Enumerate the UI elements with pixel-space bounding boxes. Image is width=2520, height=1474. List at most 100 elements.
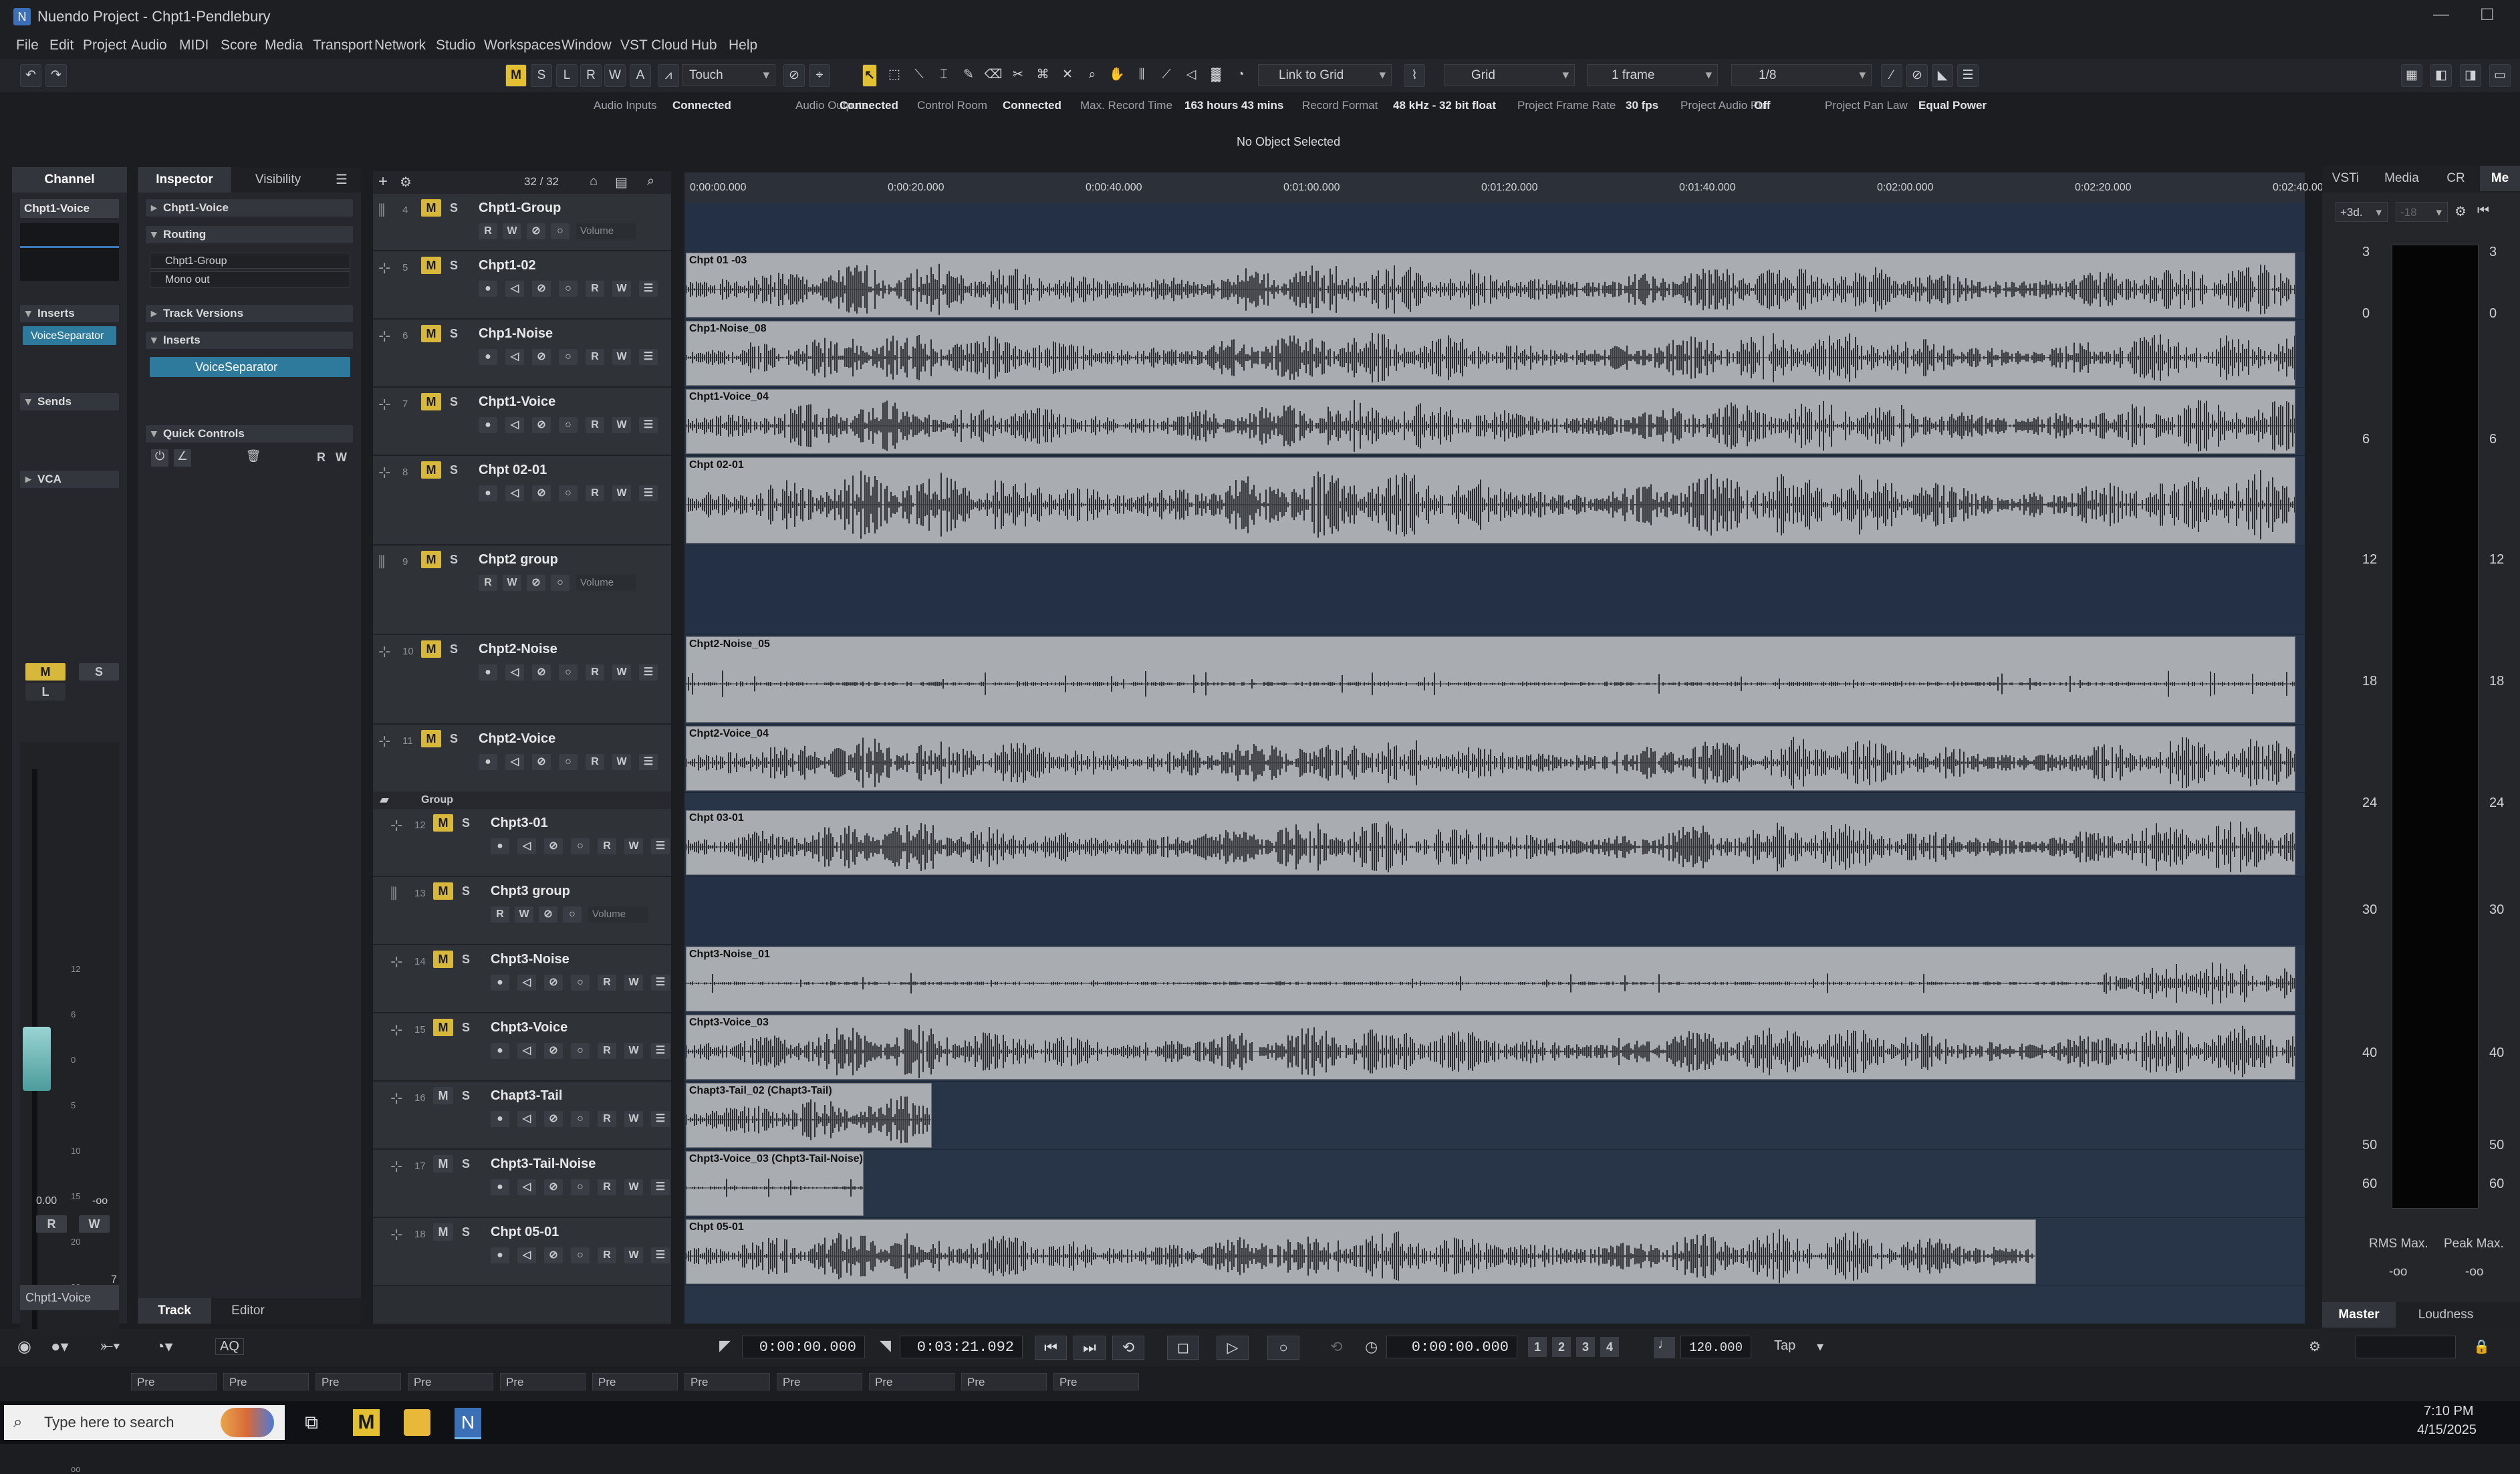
mode-s-button[interactable]: S	[531, 64, 552, 87]
marker-2-button[interactable]: 2	[1552, 1337, 1571, 1357]
track-name[interactable]: Chpt 02-01	[479, 463, 547, 478]
taskbar-highlight-icon[interactable]	[221, 1408, 274, 1437]
channel-insert-slot[interactable]: VoiceSeparator	[23, 326, 116, 345]
right-locator-display[interactable]: 0:03:21.092	[900, 1336, 1023, 1358]
grid-type-select[interactable]: Grid	[1444, 64, 1575, 86]
freeze-icon[interactable]: ○	[559, 485, 578, 501]
tab-cr[interactable]: CR	[2436, 166, 2476, 191]
edit-in-place-icon[interactable]: ⊘	[532, 281, 551, 297]
track-name[interactable]: Chpt3-Tail-Noise	[491, 1156, 596, 1172]
track-solo-button[interactable]: S	[456, 1155, 476, 1173]
lanes-icon[interactable]: ☰	[639, 349, 658, 365]
track-mute-button[interactable]: M	[421, 325, 441, 342]
cycle-record-icon[interactable]: ●▾	[51, 1337, 69, 1356]
lanes-icon[interactable]: ☰	[639, 485, 658, 501]
pre-slot[interactable]: Pre	[684, 1373, 770, 1390]
track-header[interactable]: ⊹ 6 M S Chp1-Noise ● ◁ ⊘ ○ R W ☰	[373, 320, 671, 388]
read-button[interactable]: R	[491, 906, 509, 923]
track-header[interactable]: ⊹ 15 M S Chpt3-Voice ● ◁ ⊘ ○ R W ☰	[373, 1013, 671, 1082]
stop-icon[interactable]: ◻	[1167, 1336, 1199, 1360]
edit-in-place-icon[interactable]: ⊘	[532, 349, 551, 365]
menu-file[interactable]: File	[16, 37, 39, 53]
write-button[interactable]: W	[624, 1111, 643, 1127]
write-button[interactable]: W	[612, 754, 631, 770]
freeze-icon[interactable]: ○	[559, 281, 578, 297]
track-header[interactable]: ⊹ 16 M S Chapt3-Tail ● ◁ ⊘ ○ R W ☰	[373, 1082, 671, 1150]
track-solo-button[interactable]: S	[444, 640, 464, 658]
track-name[interactable]: Chpt3-Noise	[491, 952, 570, 967]
menu-hub[interactable]: Hub	[691, 37, 717, 53]
track-mute-button[interactable]: M	[421, 730, 441, 747]
lanes-icon[interactable]: ☰	[639, 754, 658, 770]
write-button[interactable]: W	[624, 975, 643, 991]
track-header[interactable]: ⊹ 18 M S Chpt 05-01 ● ◁ ⊘ ○ R W ☰	[373, 1218, 671, 1286]
lanes-icon[interactable]: ☰	[651, 838, 670, 854]
edit-in-place-icon[interactable]: ⊘	[544, 975, 563, 991]
monitor-icon[interactable]: ◁	[505, 754, 524, 770]
track-name[interactable]: Chpt2-Voice	[479, 731, 555, 747]
qc-delete-icon[interactable]: 🗑	[245, 449, 262, 467]
track-name[interactable]: Chpt1-02	[479, 258, 536, 273]
read-button[interactable]: R	[598, 1043, 616, 1059]
track-search-icon[interactable]: ⌕	[647, 174, 654, 189]
write-button[interactable]: W	[515, 906, 533, 923]
precount-icon[interactable]: ◔▾	[155, 1337, 173, 1356]
record-icon[interactable]: ○	[1267, 1336, 1299, 1360]
pre-slot[interactable]: Pre	[316, 1373, 401, 1390]
tab-channel[interactable]: Channel	[12, 167, 127, 193]
audio-event[interactable]: Chpt1-Voice_04	[686, 389, 2295, 454]
auto-quantize-button[interactable]: AQ	[215, 1338, 244, 1355]
track-header[interactable]: ⊹ 17 M S Chpt3-Tail-Noise ● ◁ ⊘ ○ R W ☰	[373, 1150, 671, 1218]
monitor-icon[interactable]: ◁	[517, 838, 536, 854]
monitor-icon[interactable]: ◁	[517, 1247, 536, 1263]
track-name[interactable]: Chpt1-Voice	[479, 394, 555, 410]
write-button[interactable]: W	[624, 838, 643, 854]
read-button[interactable]: R	[586, 417, 604, 433]
color-tool-icon[interactable]: ▓	[1207, 64, 1225, 86]
arrange-lane[interactable]: Chpt3-Voice_03 (Chpt3-Tail-Noise)	[684, 1150, 2305, 1218]
draw-tool-icon[interactable]: ✎	[959, 64, 978, 86]
bottom-zone-icon[interactable]: ▭	[2489, 64, 2511, 87]
lanes-icon[interactable]: ☰	[639, 664, 658, 681]
automation-param-label[interactable]: Volume	[576, 575, 636, 591]
lanes-icon[interactable]: ☰	[651, 1111, 670, 1127]
write-button[interactable]: W	[624, 1247, 643, 1263]
snap-icon[interactable]: ⌇	[1404, 64, 1425, 87]
left-locator-display[interactable]: 0:00:00.000	[742, 1336, 865, 1358]
automation-param-label[interactable]: Volume	[576, 223, 636, 239]
inspector-routing-header[interactable]: Routing	[146, 226, 353, 243]
track-header[interactable]: ⊹ 10 M S Chpt2-Noise ● ◁ ⊘ ○ R W ☰	[373, 635, 671, 725]
record-enable-icon[interactable]: ●	[479, 664, 497, 681]
m-app-icon[interactable]: M	[353, 1409, 380, 1436]
track-solo-button[interactable]: S	[456, 1019, 476, 1036]
qc-read-button[interactable]: R	[317, 451, 326, 465]
write-button[interactable]: W	[624, 1179, 643, 1195]
edit-in-place-icon[interactable]: ⊘	[532, 664, 551, 681]
read-button[interactable]: R	[598, 1111, 616, 1127]
lanes-icon[interactable]: ☰	[639, 281, 658, 297]
track-visibility-icon[interactable]: ▤	[615, 174, 628, 191]
edit-in-place-icon[interactable]: ⊘	[544, 1247, 563, 1263]
punch-in-icon[interactable]: ⟲	[1330, 1338, 1342, 1356]
freeze-icon[interactable]: ○	[559, 349, 578, 365]
routing-output-select[interactable]: Mono out	[150, 271, 350, 287]
edit-in-place-icon[interactable]: ⊘	[544, 838, 563, 854]
edit-in-place-icon[interactable]: ⊘	[532, 485, 551, 501]
range-tool-icon[interactable]: ⬚	[885, 64, 904, 86]
inspector-track-versions-header[interactable]: Track Versions	[146, 305, 353, 322]
redo-icon[interactable]: ↷	[45, 64, 67, 87]
pre-slot[interactable]: Pre	[223, 1373, 309, 1390]
track-mute-button[interactable]: M	[421, 461, 441, 479]
qc-learn-icon[interactable]: ⏻	[151, 449, 168, 467]
arrange-lane[interactable]: Chpt1-Voice_04	[684, 388, 2305, 456]
meter-peak-select[interactable]: -18	[2396, 202, 2448, 223]
bypass-icon[interactable]: ⊘	[527, 223, 545, 239]
inspector-inserts-header[interactable]: Inserts	[146, 332, 353, 349]
arrange-lane[interactable]: Chpt 01 -03	[684, 251, 2305, 320]
monitor-icon[interactable]: ○	[563, 906, 582, 923]
pre-slot[interactable]: Pre	[408, 1373, 493, 1390]
menu-transport[interactable]: Transport	[313, 37, 372, 53]
secondary-time-display[interactable]	[2356, 1336, 2456, 1358]
read-button[interactable]: R	[586, 485, 604, 501]
inspector-menu-icon[interactable]: ☰	[336, 171, 348, 188]
